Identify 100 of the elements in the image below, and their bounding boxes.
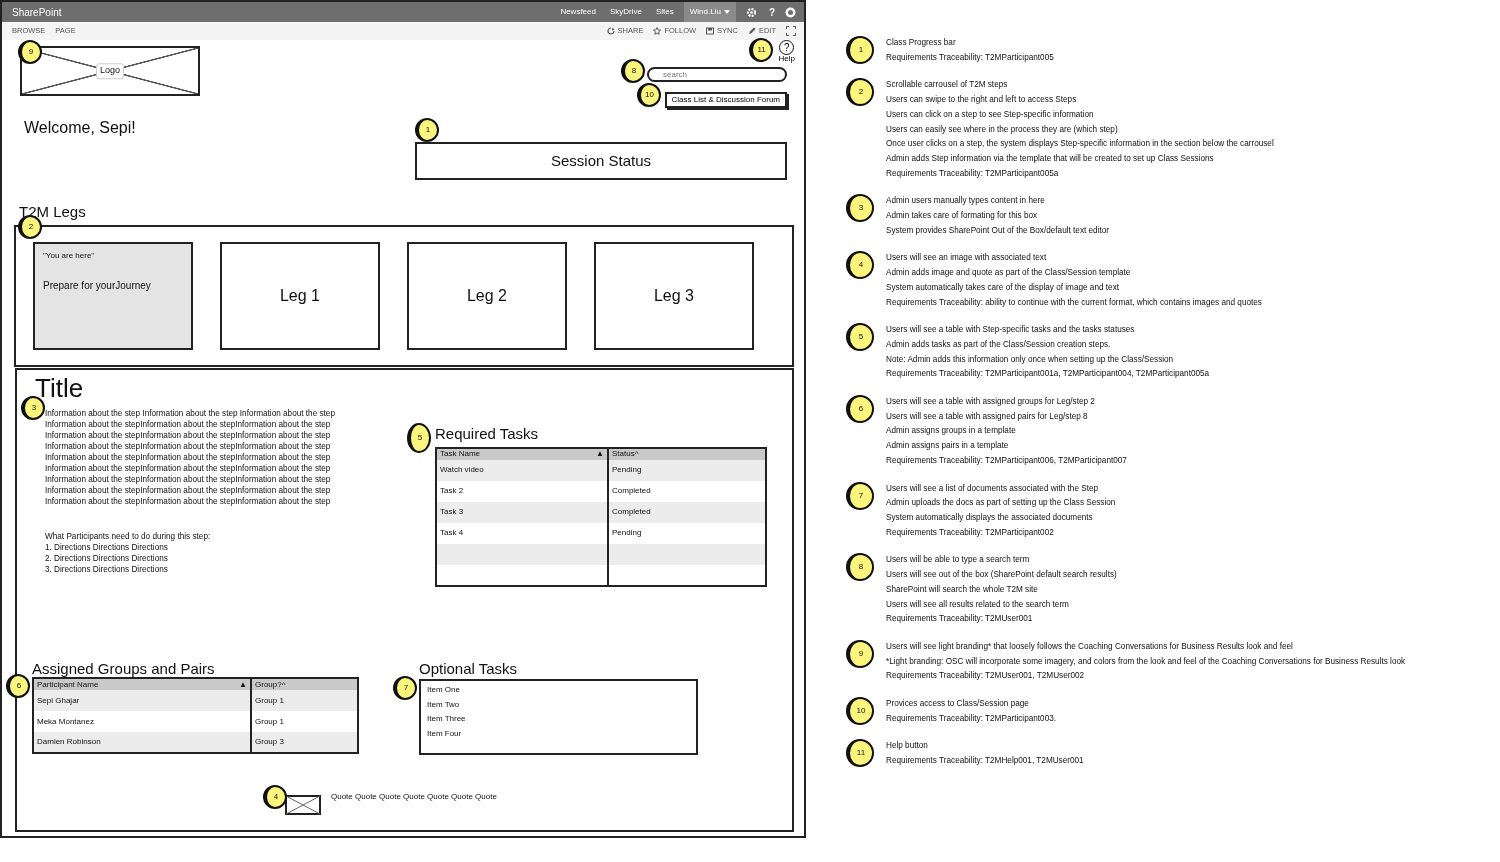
list-item: 1. Directions Directions Directions	[45, 542, 169, 554]
note-text: Users will see an image with associated text	[886, 252, 1048, 265]
callout-marker: 10	[846, 697, 874, 725]
callout-marker: 11	[748, 38, 773, 62]
note-text: Users will see a table with assigned pairs for Leg/step 8	[886, 410, 1089, 423]
sort-icon[interactable]: ▲	[239, 680, 247, 689]
search-field[interactable]: search	[647, 67, 787, 82]
image-placeholder-icon	[285, 795, 321, 816]
note-text: Users can swipe to the right and left to access Steps	[886, 94, 1078, 107]
nav-link[interactable]: Newsfeed	[560, 6, 596, 18]
nav-link[interactable]: Sites	[655, 6, 674, 18]
note-text: *Light branding: OSC will incorporate some imagery, and colors from the look and feel of the Coaching Conversations for Business Results look	[886, 655, 1406, 668]
note-text: Users will see light branding* that loosely follows the Coaching Conversations for Business Results look and feel	[886, 640, 1294, 653]
pencil-icon	[747, 27, 756, 35]
text-line: Information about the stepInformation about the stepInformation about the step	[45, 485, 332, 497]
callout-marker: 1	[846, 36, 874, 64]
callout-marker: 2	[846, 78, 874, 107]
note-text: Requirements Traceability: T2MParticipant005	[886, 51, 1054, 64]
note-text: Requirements Traceability: T2MHelp001, T2MUser001	[886, 755, 1084, 768]
sort-icon[interactable]: ▲	[596, 450, 604, 459]
text-line: What Participants need to do during this step:	[45, 531, 212, 543]
note-text: Admin adds tasks as part of the Class/Session creation steps.	[886, 338, 1112, 351]
note-text: Requirements Traceability: T2MParticipant001a, T2MParticipant004, T2MParticipant005a	[886, 368, 1210, 381]
note-text: Users will see a table with assigned groups for Leg/step 2	[886, 396, 1096, 409]
callout-marker: 11	[846, 739, 874, 768]
column-header[interactable]: Participant Name ▲	[33, 678, 251, 691]
note-text: Requirements Traceability: T2MParticipant002	[886, 526, 1055, 539]
nav-link[interactable]: SkyDrive	[609, 6, 642, 18]
note-text: SharePoint will search the whole T2M site	[886, 583, 1039, 596]
callout-marker: 9	[846, 639, 874, 668]
globe-icon[interactable]	[785, 6, 796, 18]
note-text: Admin adds image and quote as part of the Class/Session template	[886, 267, 1132, 280]
note-text: Requirements Traceability: T2MParticipant003.	[886, 712, 1057, 725]
callout-marker: 4	[846, 251, 874, 280]
note-text: Requirements Traceability: T2MParticipant005a	[886, 167, 1060, 180]
column-header[interactable]: Group?^	[251, 678, 358, 691]
list-item[interactable]: Item Four	[427, 726, 690, 742]
text-line: Information about the stepInformation about the stepInformation about the step	[45, 441, 332, 453]
text-line: Information about the stepInformation about the stepInformation about the step	[45, 474, 332, 486]
brand-name[interactable]: SharePoint	[12, 4, 62, 20]
callout-marker: 5	[846, 323, 874, 352]
note-text: Provices access to Class/Session page	[886, 698, 1030, 710]
section-heading: Assigned Groups and Pairs	[32, 660, 216, 678]
settings-icon[interactable]	[745, 6, 757, 18]
help-link[interactable]: ?	[768, 4, 775, 20]
note-text: Requirements Traceability: T2MUser001, T2MUser002	[886, 670, 1086, 683]
text-line: Information about the stepInformation about the stepInformation about the step	[45, 496, 332, 508]
focus-icon	[786, 26, 796, 36]
step-card[interactable]: Leg 1	[220, 241, 380, 350]
note-text: Users will see out of the box (SharePoint default search results)	[886, 569, 1117, 582]
note-text: Admin users manually types content in here	[886, 195, 1046, 208]
callout-marker: 3	[21, 396, 45, 421]
list-item[interactable]: Item Two	[427, 697, 690, 713]
note-text: System automatically displays the associated documents	[886, 512, 1094, 524]
callout-marker: 7	[846, 481, 874, 510]
list-item[interactable]: Item Three	[427, 712, 690, 727]
note-text: Users will see all results related to the search term	[886, 598, 1070, 611]
session-status-bar: Session Status	[415, 142, 787, 180]
note-text: Scrollable carrousel of T2M steps	[886, 79, 1009, 92]
callout-marker: 6	[6, 673, 30, 698]
table-cell: Group 1	[251, 690, 358, 712]
note-text: Admin uploads the docs as part of setting up the Class Session	[886, 497, 1116, 510]
note-text: Once user clicks on a step, the system displays Step-specific information in the section below the carrousel	[886, 138, 1274, 151]
note-text: Users will see a list of documents associated with the Step	[886, 482, 1100, 495]
table-cell: Group 3	[251, 732, 358, 754]
class-list-button[interactable]: Class List & Discussion Forum	[664, 92, 787, 108]
note-text: Admin adds Step information via the template that will be created to set up Class Sessions	[886, 152, 1215, 165]
note-text: Users will see a table with Step-specific tasks and the tasks statuses	[886, 324, 1136, 337]
section-heading: Optional Tasks	[419, 660, 519, 678]
table-cell: Task 3	[436, 501, 608, 523]
callout-marker: 4	[263, 785, 287, 810]
callout-marker: 10	[636, 83, 661, 107]
text-line: Information about the stepInformation about the stepInformation about the step	[45, 463, 332, 475]
note-text: Admin assigns groups in a template	[886, 425, 1017, 438]
column-header[interactable]: Status^	[608, 447, 766, 460]
table-cell: Completed	[608, 501, 766, 523]
note-text: Class Progress bar	[886, 37, 957, 49]
table-cell: Sepi Ghajar	[33, 690, 251, 712]
table-cell: Damien Robinson	[33, 732, 251, 754]
text-line: Information about the step Information about the step Information about the step	[45, 408, 336, 420]
note-text: Users will be able to type a search term	[886, 554, 1031, 567]
star-icon	[653, 27, 662, 35]
list-item: 2. Directions Directions Directions	[45, 553, 169, 565]
note-text: Admin takes care of formating for this box	[886, 210, 1039, 223]
caret-icon	[723, 10, 730, 14]
step-card[interactable]: Leg 2	[407, 241, 567, 350]
step-card[interactable]: Leg 3	[594, 241, 754, 350]
column-header[interactable]: Task Name ▲	[436, 447, 608, 460]
share-icon	[606, 27, 615, 35]
note-text: Users can easily see where in the process they are (which step)	[886, 123, 1119, 136]
step-card[interactable]: "You are here" Prepare for yourJourney	[33, 241, 193, 350]
table-cell: Watch video	[436, 459, 608, 481]
callout-marker: 7	[393, 675, 417, 700]
note-text: Requirements Traceability: T2MUser001	[886, 613, 1034, 626]
text-line: Information about the stepInformation about the stepInformation about the step	[45, 452, 332, 464]
note-text: Users can click on a step to see Step-specific information	[886, 108, 1095, 121]
note-text: Note: Admin adds this information only once when setting up the Class/Session	[886, 353, 1175, 366]
list-item: 3. Directions Directions Directions	[45, 564, 169, 576]
list-item[interactable]: Item One	[427, 683, 690, 698]
sync-icon	[706, 27, 715, 35]
